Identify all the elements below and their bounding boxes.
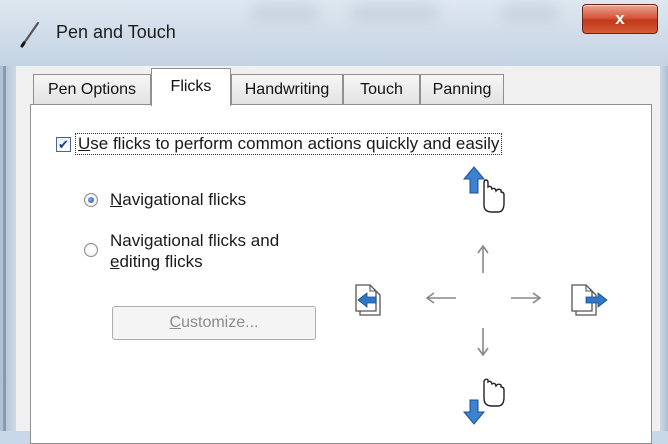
tab-panning[interactable]: Panning bbox=[420, 74, 504, 104]
navigational-flicks-radio[interactable] bbox=[84, 193, 98, 207]
use-flicks-label[interactable]: Use flicks to perform common actions qui… bbox=[75, 133, 503, 155]
flick-right-page-icon bbox=[571, 284, 608, 316]
navigational-flicks-label[interactable]: Navigational flicks bbox=[110, 189, 246, 210]
navigational-editing-flicks-radio[interactable] bbox=[84, 243, 98, 257]
window-title: Pen and Touch bbox=[56, 22, 176, 42]
arrow-up-icon bbox=[477, 244, 489, 273]
close-button[interactable]: x bbox=[582, 4, 658, 34]
flicks-panel bbox=[30, 104, 652, 444]
window-frame-right bbox=[660, 66, 668, 431]
arrow-down-icon bbox=[477, 328, 489, 357]
arrow-left-icon bbox=[425, 292, 456, 304]
flick-up-hand-icon bbox=[462, 166, 505, 213]
pen-icon bbox=[20, 21, 40, 48]
navigational-editing-flicks-label[interactable]: Navigational flicks and editing flicks bbox=[110, 230, 279, 272]
flick-down-hand-icon bbox=[462, 378, 505, 425]
customize-button[interactable]: Customize... bbox=[112, 306, 316, 340]
arrow-right-icon bbox=[511, 292, 542, 304]
tab-pen-options[interactable]: Pen Options bbox=[33, 74, 151, 104]
window-frame-left bbox=[0, 66, 16, 431]
tab-touch[interactable]: Touch bbox=[343, 74, 420, 104]
use-flicks-checkbox[interactable]: ✔ bbox=[56, 137, 71, 152]
tab-flicks[interactable]: Flicks bbox=[151, 68, 231, 106]
tab-handwriting[interactable]: Handwriting bbox=[231, 74, 343, 104]
flick-left-page-icon bbox=[355, 284, 381, 316]
